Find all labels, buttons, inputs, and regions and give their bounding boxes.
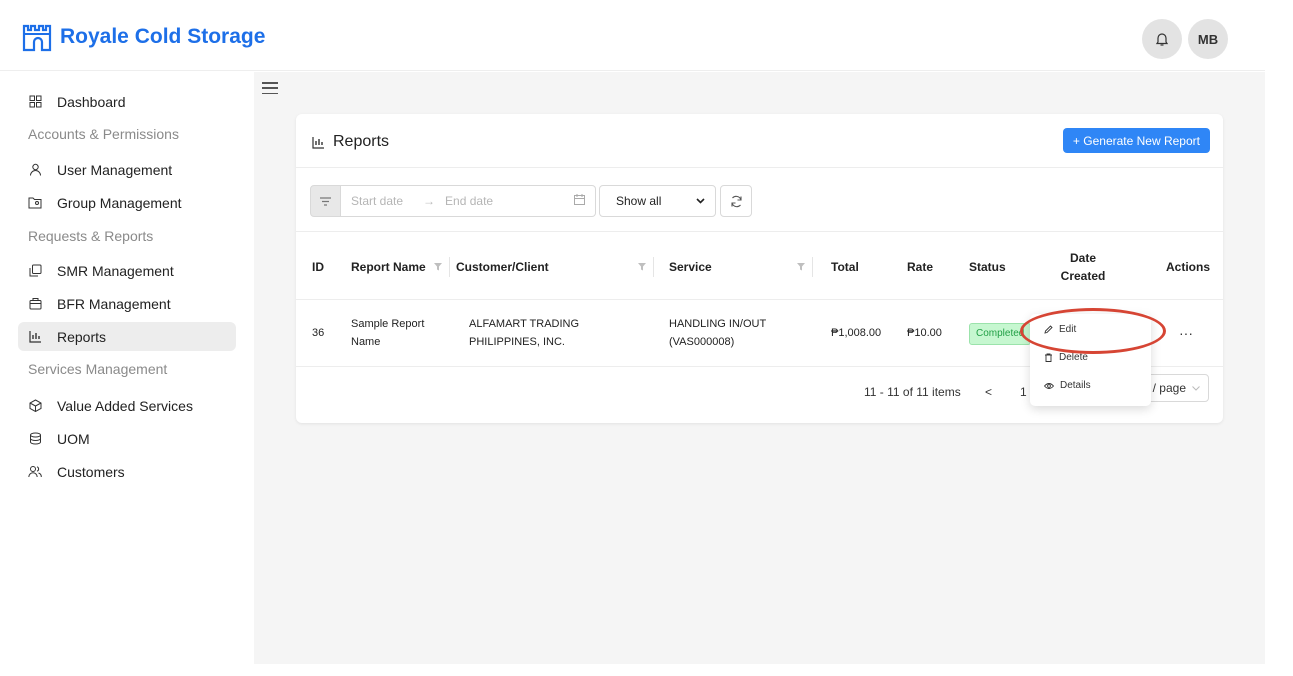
chevron-down-icon bbox=[1192, 385, 1200, 391]
notifications-button[interactable] bbox=[1142, 19, 1182, 59]
top-header: Royale Cold Storage MB bbox=[0, 0, 1265, 71]
prev-page-button[interactable]: < bbox=[985, 385, 992, 399]
sidebar-item-group-management[interactable]: Group Management bbox=[18, 188, 236, 217]
trash-icon bbox=[1045, 353, 1052, 362]
pagination-summary: 11 - 11 of 11 items bbox=[864, 385, 961, 399]
sidebar-item-label: Reports bbox=[57, 328, 107, 345]
menu-item-edit[interactable]: Edit bbox=[1044, 324, 1076, 335]
refresh-icon bbox=[730, 195, 742, 207]
cell-id: 36 bbox=[312, 326, 325, 339]
user-icon bbox=[28, 163, 42, 177]
copy-icon bbox=[28, 264, 42, 278]
menu-item-delete[interactable]: Delete bbox=[1044, 352, 1088, 363]
sidebar-item-label: UOM bbox=[57, 430, 90, 447]
row-actions-button[interactable]: ··· bbox=[1179, 300, 1193, 367]
reports-card: Reports + Generate New Report Start date… bbox=[296, 114, 1223, 423]
users-icon bbox=[28, 465, 42, 479]
column-header-date-created[interactable]: Date Created bbox=[1059, 232, 1107, 301]
cell-rate: ₱10.00 bbox=[907, 326, 942, 339]
logo[interactable]: Royale Cold Storage bbox=[22, 22, 265, 52]
show-filter-select[interactable]: Show all bbox=[599, 185, 716, 217]
dashboard-grid-icon bbox=[28, 95, 42, 109]
chevron-down-icon bbox=[696, 198, 705, 204]
page-title: Reports bbox=[312, 133, 389, 151]
column-header-report-name[interactable]: Report Name bbox=[351, 232, 450, 301]
column-header-total[interactable]: Total bbox=[831, 232, 859, 301]
filter-button[interactable] bbox=[310, 185, 341, 217]
nav-section-services: Services Management bbox=[28, 361, 168, 377]
cell-status: Completed bbox=[969, 300, 1032, 367]
filter-funnel-icon[interactable] bbox=[638, 262, 646, 271]
nav-section-requests: Requests & Reports bbox=[28, 228, 154, 244]
filter-bar: Start date → End date Show all bbox=[310, 185, 752, 217]
filter-icon bbox=[320, 196, 331, 206]
column-header-service[interactable]: Service bbox=[669, 232, 813, 301]
page-title-text: Reports bbox=[333, 133, 390, 150]
pencil-icon bbox=[1044, 325, 1053, 334]
start-date-input[interactable]: Start date bbox=[351, 194, 403, 208]
briefcase-icon bbox=[28, 297, 42, 311]
cube-icon bbox=[28, 399, 42, 413]
sidebar-item-label: SMR Management bbox=[57, 262, 174, 279]
page-number[interactable]: 1 bbox=[1020, 385, 1027, 399]
select-value: Show all bbox=[616, 194, 662, 208]
database-icon bbox=[28, 432, 42, 446]
sidebar-item-label: BFR Management bbox=[57, 295, 171, 312]
sidebar-item-label: Group Management bbox=[57, 194, 182, 211]
arrow-right-icon: → bbox=[423, 194, 436, 208]
sidebar-item-smr-management[interactable]: SMR Management bbox=[18, 256, 236, 285]
end-date-input[interactable]: End date bbox=[445, 194, 493, 208]
cell-customer: ALFAMART TRADING PHILIPPINES, INC. bbox=[469, 317, 580, 348]
column-header-customer[interactable]: Customer/Client bbox=[456, 232, 654, 301]
menu-item-details[interactable]: Details bbox=[1044, 380, 1091, 391]
sidebar-item-label: Customers bbox=[57, 463, 125, 480]
sidebar-item-value-added-services[interactable]: Value Added Services bbox=[18, 391, 236, 420]
calendar-icon bbox=[574, 194, 585, 208]
cell-service: HANDLING IN/OUT (VAS000008) bbox=[669, 317, 767, 348]
sidebar-item-reports[interactable]: Reports bbox=[18, 322, 236, 351]
sidebar-item-uom[interactable]: UOM bbox=[18, 424, 236, 453]
status-badge: Completed bbox=[969, 322, 1032, 345]
bell-icon bbox=[1155, 32, 1169, 46]
filter-funnel-icon[interactable] bbox=[797, 262, 805, 271]
column-header-rate[interactable]: Rate bbox=[907, 232, 933, 301]
menu-toggle-icon[interactable] bbox=[262, 82, 278, 94]
card-header: Reports + Generate New Report bbox=[296, 114, 1223, 168]
castle-logo-icon bbox=[22, 24, 52, 52]
main-content: Reports + Generate New Report Start date… bbox=[254, 72, 1265, 664]
column-header-status[interactable]: Status bbox=[969, 232, 1006, 301]
sidebar-item-label: Dashboard bbox=[57, 93, 126, 110]
eye-icon bbox=[1044, 382, 1054, 389]
sidebar-item-dashboard[interactable]: Dashboard bbox=[18, 87, 236, 116]
sidebar-item-label: Value Added Services bbox=[57, 397, 193, 414]
sidebar-item-label: User Management bbox=[57, 161, 173, 178]
user-avatar[interactable]: MB bbox=[1188, 19, 1228, 59]
row-action-menu: Edit Delete Details bbox=[1030, 314, 1151, 406]
generate-report-button[interactable]: + Generate New Report bbox=[1062, 128, 1210, 153]
refresh-button[interactable] bbox=[720, 185, 752, 217]
column-header-id[interactable]: ID bbox=[312, 232, 324, 301]
sidebar-item-user-management[interactable]: User Management bbox=[18, 155, 236, 184]
brand-name: Royale Cold Storage bbox=[60, 25, 266, 48]
chart-icon bbox=[28, 330, 42, 344]
column-header-actions: Actions bbox=[1166, 259, 1211, 274]
group-folder-icon bbox=[28, 196, 42, 210]
table-header: ID Report Name Customer/Client Service T… bbox=[296, 231, 1223, 300]
filter-funnel-icon[interactable] bbox=[433, 262, 442, 271]
sidebar: Dashboard Accounts & Permissions User Ma… bbox=[0, 72, 254, 664]
sidebar-item-bfr-management[interactable]: BFR Management bbox=[18, 289, 236, 318]
sidebar-item-customers[interactable]: Customers bbox=[18, 457, 236, 486]
chart-icon bbox=[312, 136, 324, 149]
cell-report-name: Sample Report Name bbox=[351, 317, 425, 348]
date-range-picker[interactable]: Start date → End date bbox=[341, 185, 596, 217]
cell-total: ₱1,008.00 bbox=[831, 326, 882, 339]
nav-section-accounts: Accounts & Permissions bbox=[28, 126, 179, 142]
